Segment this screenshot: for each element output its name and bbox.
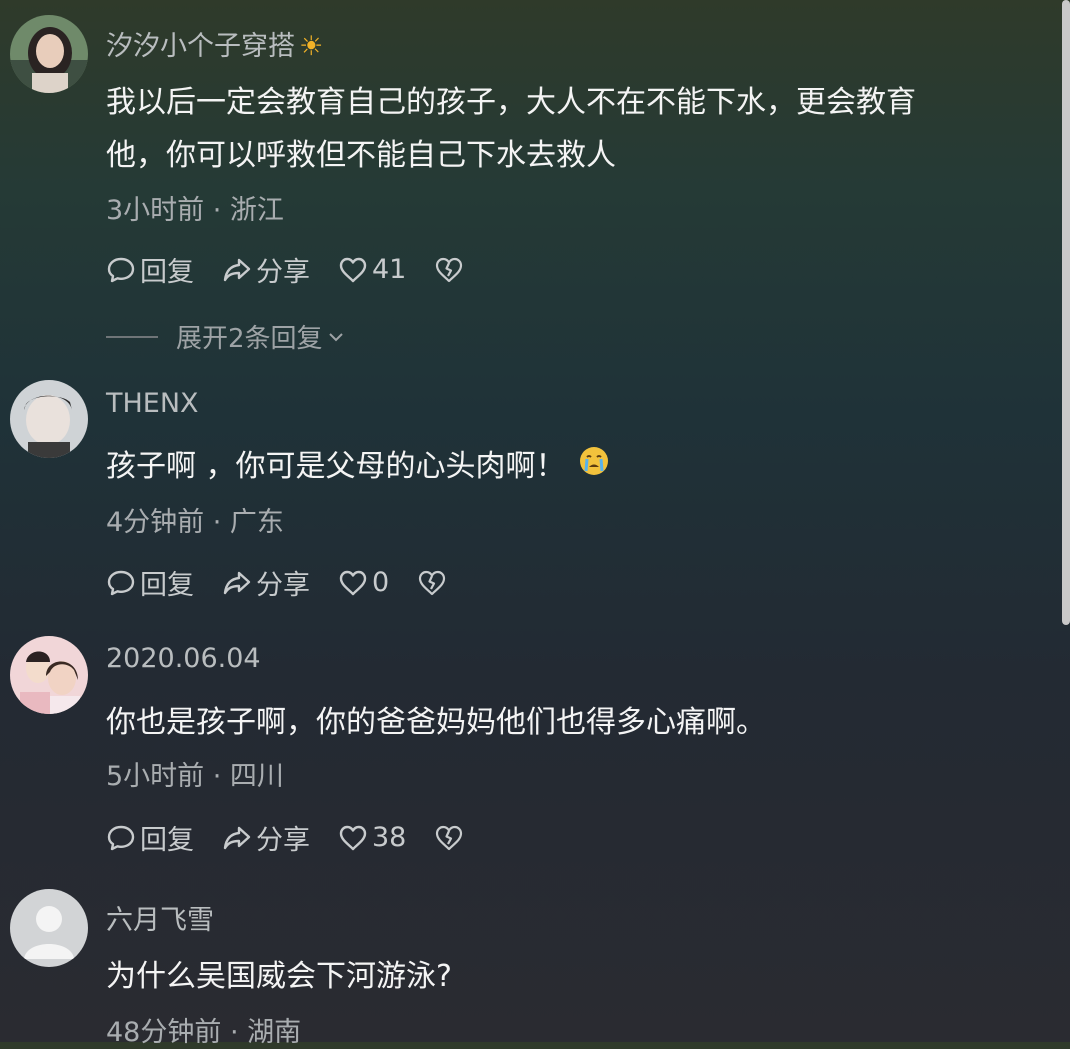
scrollbar[interactable] — [1062, 0, 1070, 625]
comment-meta: 48分钟前 · 湖南 — [106, 1017, 302, 1048]
username[interactable]: 六月飞雪 — [106, 898, 214, 937]
avatar[interactable] — [10, 889, 88, 967]
comment-text: 为什么吴国威会下河游泳? — [106, 959, 452, 994]
comment-item: 六月飞雪 为什么吴国威会下河游泳? 48分钟前 · 湖南 — [0, 0, 1060, 1048]
